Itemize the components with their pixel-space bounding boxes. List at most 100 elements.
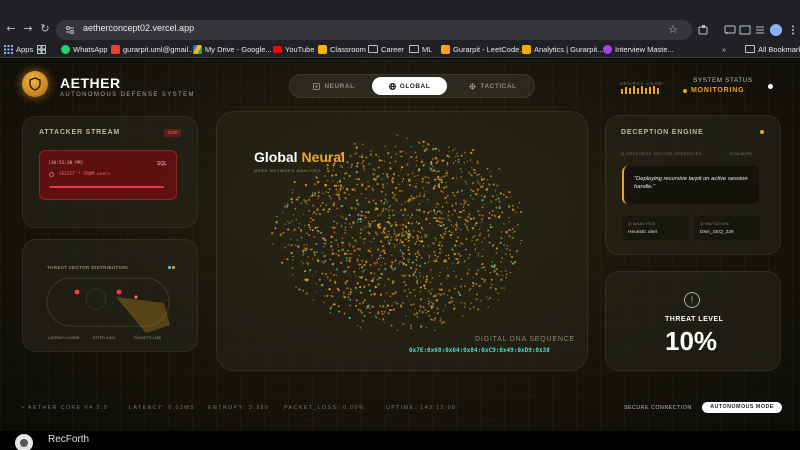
- bookmark-interview[interactable]: Interview Maste...: [603, 43, 674, 55]
- legend-dot-amber: [172, 266, 175, 269]
- mutation-box: ◎ MUTATION DNA_SEQ_239: [694, 216, 760, 240]
- all-bookmarks[interactable]: All Bookmarks: [745, 43, 800, 55]
- threat-level-label: THREAT LEVEL: [665, 316, 724, 323]
- bookmark-youtube[interactable]: YouTube: [273, 43, 314, 55]
- grid-icon: [37, 44, 46, 54]
- system-status: MONITORING: [683, 87, 744, 94]
- footer-packet-loss: PACKET_LOSS: 0.00%: [284, 405, 366, 411]
- bookmarks-bar: Apps WhatsApp gurarpit.uml@gmail.... My …: [0, 40, 800, 58]
- bookmarks-overflow-icon[interactable]: »: [722, 43, 726, 55]
- neural-load-bar: [657, 88, 659, 94]
- event-progress-bar: [49, 186, 164, 188]
- recorder-logo-icon: [15, 434, 33, 450]
- status-dot: [683, 88, 687, 93]
- brand-name: AETHER: [60, 75, 121, 91]
- analysis-box: ◎ ANALYSIS Heuristic alert: [622, 216, 688, 240]
- jitter-metric: JITTER 0.001: [92, 336, 116, 340]
- bookmark-career[interactable]: Career: [368, 43, 404, 55]
- threat-radar: [46, 277, 170, 333]
- neural-load-meter: [621, 86, 659, 94]
- neural-load-bar: [621, 89, 623, 94]
- neural-load-bar: [649, 87, 651, 94]
- warning-icon: [49, 172, 54, 177]
- aether-dashboard: AETHER AUTONOMOUS DEFENSE SYSTEM NEURAL …: [0, 59, 800, 431]
- alert-icon: !: [684, 292, 700, 308]
- bookmark-ml[interactable]: ML: [409, 43, 432, 55]
- site-info-icon[interactable]: [64, 24, 76, 36]
- system-status-label: SYSTEM STATUS: [693, 77, 753, 84]
- footer-latency: LATENCY: 0.03MS: [129, 405, 195, 411]
- bookmark-classroom[interactable]: Classroom: [318, 43, 366, 55]
- bookmark-grid[interactable]: [37, 43, 46, 55]
- neural-load-bar: [629, 88, 631, 94]
- secure-connection: SECURE CONNECTION: [624, 405, 692, 411]
- shield-icon: [29, 77, 41, 91]
- response-vector-label: ◎ RESPONSE VECTOR GENERATED: [621, 151, 703, 156]
- bookmark-whatsapp[interactable]: WhatsApp: [61, 43, 108, 55]
- tab-search-icon[interactable]: [739, 24, 751, 36]
- cast-icon[interactable]: [724, 24, 736, 36]
- bookmark-gmail[interactable]: gurarpit.uml@gmail....: [111, 43, 196, 55]
- footer-core-version: • AETHER CORE V4.2.0: [22, 405, 109, 411]
- event-time: [10:53:38 PM]: [48, 161, 84, 166]
- threat-level-value: 10%: [665, 326, 718, 356]
- menu-dot-button[interactable]: [768, 84, 773, 89]
- packets-metric: PACKETS 1265: [134, 336, 161, 340]
- bookmark-drive[interactable]: My Drive - Google...: [193, 43, 272, 55]
- autonomous-mode-button[interactable]: AUTONOMOUS MODE: [702, 402, 782, 413]
- menu-kebab-icon[interactable]: [787, 24, 799, 36]
- drive-icon: [193, 44, 202, 54]
- bookmark-star-icon[interactable]: ☆: [668, 23, 678, 36]
- deception-quote: "Deploying recursive tarpit on active se…: [622, 166, 759, 204]
- tab-tactical[interactable]: TACTICAL: [454, 77, 532, 95]
- latency-metric: LATENCY 0.03MS: [48, 336, 80, 340]
- browser-toolbar: ← → ↻ aetherconcept02.vercel.app ☆: [0, 0, 800, 40]
- profile-avatar[interactable]: [770, 24, 782, 36]
- dna-sequence-label: DIGITAL DNA SEQUENCE: [475, 336, 576, 343]
- bookmark-analytics[interactable]: Analytics | Gurarpit...: [522, 43, 603, 55]
- neural-load-bar: [637, 88, 639, 94]
- address-bar[interactable]: aetherconcept02.vercel.app ☆: [56, 20, 692, 40]
- folder-icon: [368, 45, 378, 53]
- apps-grid-icon: [4, 44, 13, 54]
- legend-dot-cyan: [168, 266, 171, 269]
- back-icon[interactable]: ←: [5, 23, 17, 35]
- crosshair-icon: [469, 82, 477, 90]
- engine-status-dot: [760, 130, 764, 134]
- reload-icon[interactable]: ↻: [39, 23, 51, 35]
- forward-icon[interactable]: →: [22, 23, 34, 35]
- dna-sequence-value: 0x7E:0x68:0x64:0x84:0xC9:0x49:0xD9:0x38: [409, 347, 550, 354]
- tab-neural[interactable]: NEURAL: [294, 77, 374, 95]
- bookmark-apps[interactable]: Apps: [4, 43, 33, 55]
- rocket-icon: [603, 44, 612, 54]
- footer-entropy: ENTROPY: 3.389: [208, 405, 270, 411]
- tab-global[interactable]: GLOBAL: [372, 77, 447, 95]
- folder-icon: [409, 45, 419, 53]
- youtube-icon: [273, 45, 282, 53]
- mesh-network-cloud[interactable]: [220, 119, 580, 339]
- event-type: SQL: [156, 161, 167, 167]
- deception-engine-title: DECEPTION ENGINE: [621, 129, 704, 136]
- mode-switcher: NEURAL GLOBAL TACTICAL: [289, 74, 535, 98]
- neural-load-bar: [625, 87, 627, 94]
- brand-tagline: AUTONOMOUS DEFENSE SYSTEM: [60, 92, 195, 98]
- attack-event-card[interactable]: [10:53:38 PM] SQL SELECT * FROM users: [39, 150, 177, 200]
- event-query: SELECT * FROM users: [59, 172, 111, 177]
- neural-icon: [313, 82, 321, 90]
- threat-vector-title: THREAT VECTOR DISTRIBUTION: [47, 265, 128, 270]
- gmail-icon: [111, 44, 120, 54]
- globe-icon: [388, 82, 396, 90]
- neural-load-bar: [641, 86, 643, 94]
- neural-load-bar: [645, 88, 647, 94]
- extensions-icon[interactable]: [697, 24, 709, 36]
- url-text: aetherconcept02.vercel.app: [83, 23, 195, 33]
- live-badge: LIVE: [164, 129, 181, 137]
- bookmark-leetcode[interactable]: Gurarpit - LeetCode...: [441, 43, 526, 55]
- logo: [22, 71, 48, 97]
- settings-sliders-icon[interactable]: [754, 24, 766, 36]
- attacker-stream-title: ATTACKER STREAM: [39, 129, 120, 136]
- recorder-bar: RecForth: [0, 431, 800, 450]
- classroom-icon: [318, 44, 327, 54]
- recorder-label: RecForth: [48, 434, 90, 445]
- folder-icon: [745, 45, 755, 53]
